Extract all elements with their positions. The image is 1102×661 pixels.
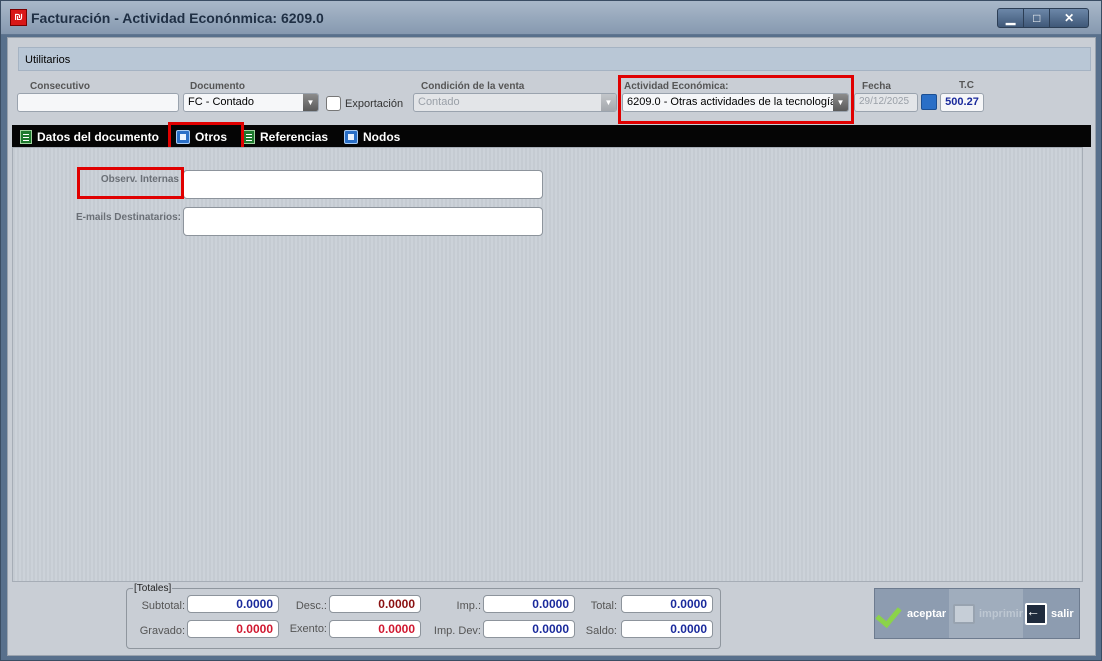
client-area: Utilitarios Consecutivo Documento Condic…: [7, 37, 1096, 656]
printer-icon: [953, 603, 975, 624]
window-blue-icon: [344, 130, 358, 144]
document-green-icon: [243, 130, 255, 144]
subtotal-value: 0.0000: [187, 595, 279, 613]
observ-input[interactable]: [183, 170, 543, 199]
exit-icon: [1025, 602, 1047, 625]
condicion-value: Contado: [418, 96, 460, 108]
emails-input[interactable]: [183, 207, 543, 236]
gravado-value: 0.0000: [187, 620, 279, 638]
tab-label: Otros: [195, 130, 228, 144]
tab-label: Nodos: [363, 130, 401, 144]
document-green-icon: [20, 130, 32, 144]
window-blue-icon: [176, 130, 190, 144]
actividad-select[interactable]: 6209.0 - Otras actividades de la tecnolo…: [622, 93, 849, 112]
utilitarios-label: Utilitarios: [25, 54, 71, 66]
fecha-input[interactable]: 29/12/2025: [854, 93, 918, 112]
title-bar[interactable]: ₪ Facturación - Actividad Econónmica: 62…: [1, 1, 1101, 35]
documento-select[interactable]: FC - Contado ▼: [183, 93, 319, 112]
imp-dev-label: Imp. Dev:: [433, 625, 481, 637]
total-value: 0.0000: [621, 595, 713, 613]
documento-value: FC - Contado: [188, 96, 255, 108]
aceptar-button[interactable]: aceptar: [877, 589, 946, 638]
maximize-button[interactable]: □: [1024, 9, 1051, 27]
exportacion-checkbox[interactable]: [326, 96, 341, 111]
tab-datos-documento[interactable]: Datos del documento: [20, 128, 159, 146]
actividad-label: Actividad Económica:: [624, 81, 729, 92]
chevron-down-icon[interactable]: ▼: [303, 94, 318, 111]
imp-value: 0.0000: [483, 595, 575, 613]
fecha-label: Fecha: [862, 81, 891, 92]
calendar-icon[interactable]: [921, 94, 937, 110]
window-controls: ▁ □ ✕: [997, 8, 1089, 28]
otros-panel: Observ. Internas E-mails Destinatarios:: [12, 147, 1083, 582]
exento-label: Exento:: [289, 623, 327, 635]
chevron-down-icon[interactable]: ▼: [833, 94, 848, 111]
tab-otros[interactable]: Otros: [176, 128, 227, 146]
subtotal-label: Subtotal:: [141, 600, 185, 612]
imp-label: Imp.:: [456, 600, 481, 612]
aceptar-label: aceptar: [907, 607, 947, 620]
invoice-window: ₪ Facturación - Actividad Econónmica: 62…: [0, 0, 1102, 661]
emails-label: E-mails Destinatarios:: [75, 212, 181, 223]
exportacion-label: Exportación: [345, 98, 404, 110]
checkmark-icon: [877, 601, 903, 627]
tab-nodos[interactable]: Nodos: [344, 128, 400, 146]
minimize-button[interactable]: ▁: [998, 9, 1025, 27]
condicion-label: Condición de la venta: [421, 81, 525, 92]
gravado-label: Gravado:: [139, 625, 185, 637]
exento-value: 0.0000: [329, 620, 421, 638]
tab-bar: Datos del documento Otros Referencias No…: [12, 125, 1091, 147]
app-icon: ₪: [10, 9, 27, 26]
observ-label: Observ. Internas: [100, 174, 179, 185]
total-label: Total:: [590, 600, 617, 612]
imprimir-label: imprimir: [978, 607, 1023, 620]
tab-label: Referencias: [260, 130, 329, 144]
salir-button[interactable]: salir: [1025, 589, 1074, 638]
imp-dev-value: 0.0000: [483, 620, 575, 638]
actividad-value: 6209.0 - Otras actividades de la tecnolo…: [627, 96, 837, 108]
condicion-select[interactable]: Contado ▼: [413, 93, 617, 112]
chevron-down-icon[interactable]: ▼: [601, 94, 616, 111]
tc-label: T.C: [959, 80, 974, 91]
desc-value: 0.0000: [329, 595, 421, 613]
close-button[interactable]: ✕: [1050, 9, 1088, 27]
tab-label: Datos del documento: [37, 130, 160, 144]
imprimir-button[interactable]: imprimir: [949, 589, 1023, 638]
saldo-value: 0.0000: [621, 620, 713, 638]
window-title: Facturación - Actividad Econónmica: 6209…: [31, 10, 324, 26]
saldo-label: Saldo:: [585, 625, 617, 637]
utilitarios-bar[interactable]: Utilitarios: [18, 47, 1091, 71]
desc-label: Desc.:: [295, 600, 327, 612]
totals-group: [Totales] Subtotal: 0.0000 Desc.: 0.0000…: [126, 583, 721, 649]
salir-label: salir: [1051, 607, 1074, 620]
totals-title: [Totales]: [133, 583, 173, 594]
consecutivo-input[interactable]: [17, 93, 179, 112]
consecutivo-label: Consecutivo: [30, 81, 91, 92]
tc-value[interactable]: 500.27: [940, 93, 984, 112]
action-bar: aceptar imprimir salir: [874, 588, 1080, 639]
tab-referencias[interactable]: Referencias: [243, 128, 328, 146]
documento-label: Documento: [190, 81, 245, 92]
